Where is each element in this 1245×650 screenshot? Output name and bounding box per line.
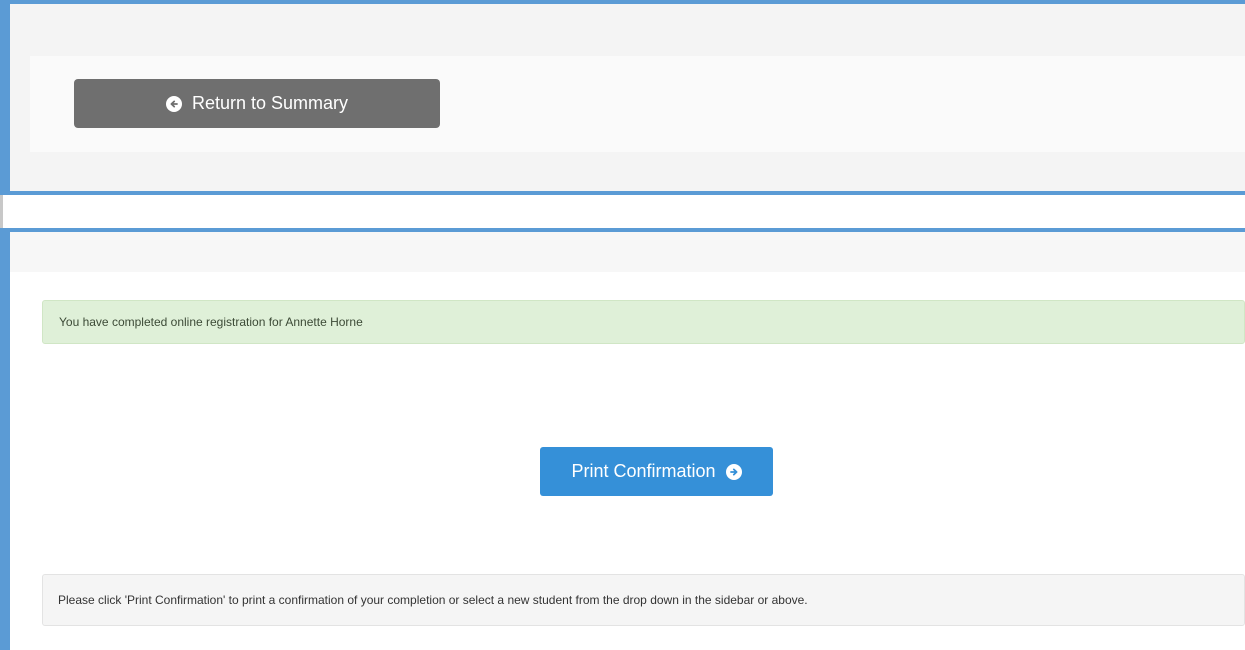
success-alert: You have completed online registration f… [42, 300, 1245, 344]
print-confirmation-label: Print Confirmation [571, 461, 716, 481]
print-confirmation-button[interactable]: Print Confirmation [540, 447, 773, 496]
confirmation-panel-header [10, 232, 1245, 272]
info-note: Please click 'Print Confirmation' to pri… [42, 574, 1245, 626]
arrow-circle-right-icon [725, 463, 742, 480]
success-alert-text: You have completed online registration f… [59, 315, 363, 329]
top-panel: Return to Summary [0, 0, 1245, 195]
confirmation-panel: You have completed online registration f… [0, 228, 1245, 650]
return-to-summary-button[interactable]: Return to Summary [74, 79, 440, 128]
panel-separator [0, 195, 3, 230]
info-note-text: Please click 'Print Confirmation' to pri… [58, 593, 808, 607]
registration-complete-page: Return to Summary You have completed onl… [0, 0, 1245, 650]
top-panel-body: Return to Summary [30, 56, 1245, 152]
return-to-summary-label: Return to Summary [191, 93, 349, 113]
arrow-circle-left-icon [165, 95, 182, 112]
